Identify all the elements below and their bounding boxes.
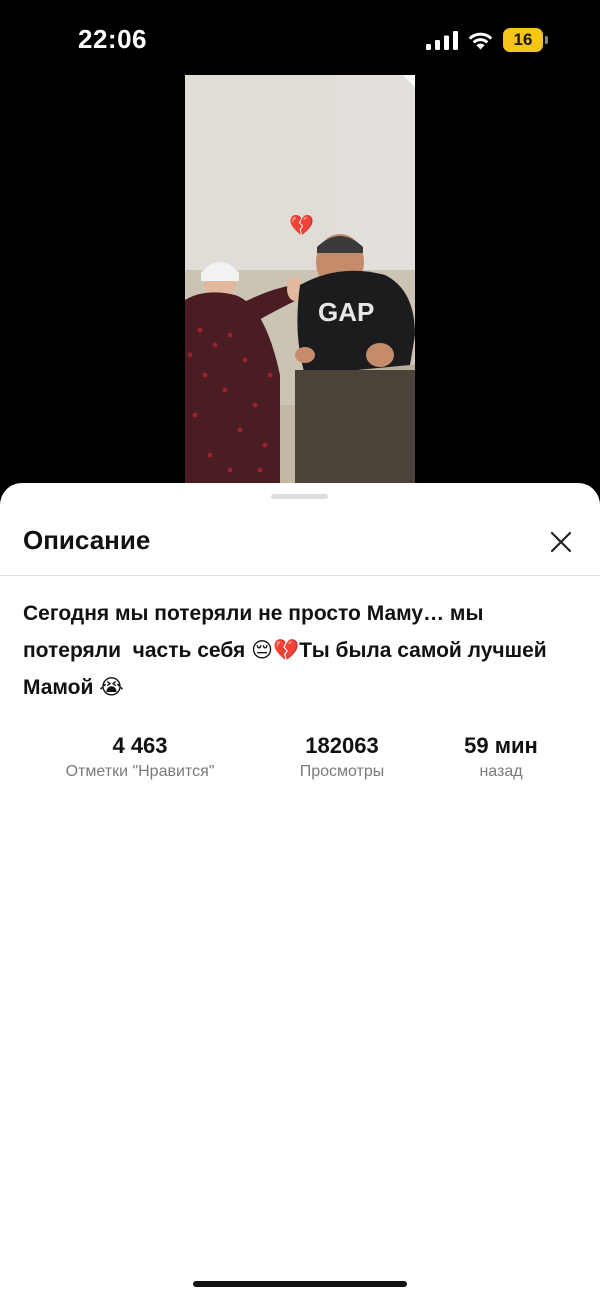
stats-row: 4 463 Отметки "Нравится" 182063 Просмотр… xyxy=(0,731,600,791)
battery-icon: 16 xyxy=(503,28,549,52)
drag-handle[interactable] xyxy=(271,494,328,499)
cellular-signal-icon xyxy=(426,31,458,50)
sheet-title: Описание xyxy=(23,525,151,555)
broken-heart-emoji: 💔 xyxy=(289,215,314,237)
status-time: 22:06 xyxy=(78,24,147,54)
views-stat: 182063 Просмотры xyxy=(272,731,412,783)
views-label: Просмотры xyxy=(299,763,385,780)
status-bar: 22:06 16 xyxy=(0,0,600,80)
screen: 22:06 16 GAP 💔 Описание Сегодня мы потер… xyxy=(0,0,600,1300)
battery-body: 16 xyxy=(503,28,543,52)
home-indicator[interactable] xyxy=(193,1281,407,1287)
posted-time-label: назад xyxy=(479,763,523,780)
likes-count: 4 463 xyxy=(112,733,168,758)
divider xyxy=(0,575,600,576)
video-description: Сегодня мы потеряли не просто Маму… мы п… xyxy=(23,602,553,699)
video-player[interactable]: GAP 💔 xyxy=(185,75,415,485)
likes-label: Отметки "Нравится" xyxy=(65,763,215,780)
close-icon[interactable] xyxy=(544,525,578,559)
battery-tip xyxy=(545,36,548,44)
svg-text:GAP: GAP xyxy=(318,297,374,327)
posted-time-value: 59 мин xyxy=(464,733,538,758)
posted-time-stat: 59 мин назад xyxy=(441,731,561,783)
wifi-icon xyxy=(468,32,493,50)
likes-stat: 4 463 Отметки "Нравится" xyxy=(40,731,240,783)
description-sheet: Описание Сегодня мы потеряли не просто М… xyxy=(0,483,600,1300)
battery-level-text: 16 xyxy=(513,30,533,49)
views-count: 182063 xyxy=(305,733,379,758)
video-frame-image: GAP xyxy=(185,75,415,485)
